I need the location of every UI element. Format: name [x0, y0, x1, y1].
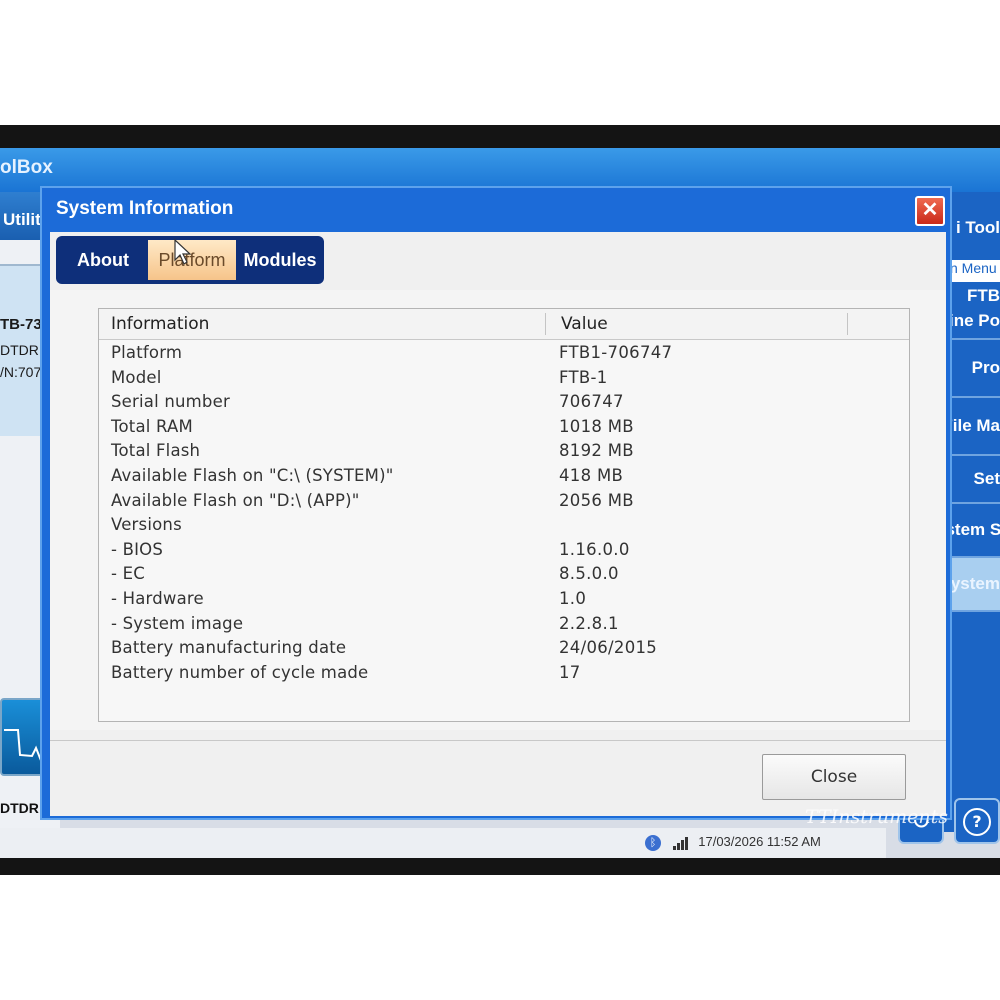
- tab-about[interactable]: About: [60, 240, 146, 280]
- column-header-value[interactable]: Value: [561, 314, 608, 334]
- row-value: 2.2.8.1: [559, 613, 619, 633]
- help-button[interactable]: ?: [954, 798, 1000, 844]
- platform-tab-content: Information Value Platform FTB1-706747 Mod…: [50, 290, 946, 730]
- row-value: 8.5.0.0: [559, 564, 619, 584]
- otdr-app-label: DTDR: [0, 800, 39, 816]
- table-row[interactable]: Available Flash on "C:\ (SYSTEM)" 418 MB: [99, 466, 909, 491]
- row-label: Battery manufacturing date: [111, 638, 347, 658]
- table-row[interactable]: Total RAM 1018 MB: [99, 417, 909, 442]
- device-screen: olBox Utilit TB-73 DTDR 1 /N:707 DTDR i …: [0, 148, 1000, 858]
- module-serial: /N:707: [0, 364, 42, 380]
- dialog-body: About Platform Modules Information Value…: [50, 232, 946, 816]
- taskbar: ᛒ 17/03/2026 11:52 AM: [0, 828, 886, 858]
- background-utilities-tab-label: Utilit: [3, 210, 41, 229]
- table-row[interactable]: Total Flash 8192 MB: [99, 441, 909, 466]
- table-row[interactable]: - System image 2.2.8.1: [99, 614, 909, 639]
- table-row[interactable]: Available Flash on "D:\ (APP)" 2056 MB: [99, 491, 909, 516]
- background-app-title: olBox: [0, 157, 53, 178]
- main-menu-link[interactable]: n Menu: [950, 260, 1000, 282]
- table-row[interactable]: Serial number 706747: [99, 392, 909, 417]
- row-value: 8192 MB: [559, 441, 634, 461]
- row-value: 1018 MB: [559, 416, 634, 436]
- table-row[interactable]: - Hardware 1.0: [99, 589, 909, 614]
- close-button[interactable]: Close: [762, 754, 906, 800]
- row-value: FTB1-706747: [559, 343, 673, 362]
- row-label: - BIOS: [111, 539, 164, 559]
- platform-info-table[interactable]: Information Value Platform FTB1-706747 Mod…: [98, 308, 910, 722]
- row-value: 1.0: [559, 589, 587, 608]
- table-row[interactable]: Model FTB-1: [99, 368, 909, 393]
- help-icon: ?: [963, 808, 991, 836]
- system-information-dialog: System Information ✕ About Platform Modu…: [40, 186, 952, 820]
- mouse-cursor-icon: [174, 238, 192, 265]
- tab-modules[interactable]: Modules: [238, 240, 322, 280]
- row-value: 24/06/2015: [559, 638, 658, 658]
- row-value: 17: [559, 662, 581, 682]
- row-label: Available Flash on "D:\ (APP)": [111, 490, 360, 510]
- row-value: 418 MB: [559, 466, 624, 485]
- row-label: Platform: [111, 343, 183, 362]
- row-label: - Hardware: [111, 589, 204, 608]
- row-label: Total RAM: [111, 416, 193, 436]
- row-label: Versions: [111, 515, 182, 535]
- row-value: FTB-1: [559, 367, 608, 387]
- table-row[interactable]: Platform FTB1-706747: [99, 343, 909, 368]
- table-row[interactable]: Battery manufacturing date 24/06/2015: [99, 638, 909, 663]
- column-divider: [847, 313, 848, 335]
- taskbar-datetime: 17/03/2026 11:52 AM: [698, 834, 821, 849]
- watermark-text: TTInstruments: [805, 806, 949, 828]
- table-row[interactable]: - EC 8.5.0.0: [99, 564, 909, 589]
- row-label: - EC: [111, 564, 145, 584]
- module-name: TB-73: [0, 316, 42, 333]
- row-label: Total Flash: [111, 441, 201, 461]
- table-header: Information Value: [99, 309, 909, 340]
- table-row[interactable]: - BIOS 1.16.0.0: [99, 540, 909, 565]
- column-divider: [545, 313, 546, 335]
- row-label: - System image: [111, 613, 244, 633]
- row-label: Available Flash on "C:\ (SYSTEM)": [111, 466, 394, 485]
- footer-divider: [50, 740, 946, 741]
- bluetooth-icon[interactable]: ᛒ: [645, 834, 661, 851]
- row-value: 1.16.0.0: [559, 539, 630, 559]
- table-row[interactable]: Battery number of cycle made 17: [99, 663, 909, 688]
- row-value: 706747: [559, 392, 624, 412]
- close-icon: ✕: [921, 199, 939, 221]
- row-label: Serial number: [111, 392, 230, 412]
- column-header-information[interactable]: Information: [111, 314, 209, 334]
- dialog-title: System Information: [56, 198, 234, 219]
- dialog-close-x-button[interactable]: ✕: [915, 196, 945, 226]
- table-row[interactable]: Versions: [99, 515, 909, 540]
- system-tray: ᛒ 17/03/2026 11:52 AM: [645, 834, 821, 851]
- row-value: 2056 MB: [559, 490, 634, 510]
- signal-icon[interactable]: [672, 835, 689, 851]
- row-label: Battery number of cycle made: [111, 662, 369, 682]
- row-label: Model: [111, 367, 162, 387]
